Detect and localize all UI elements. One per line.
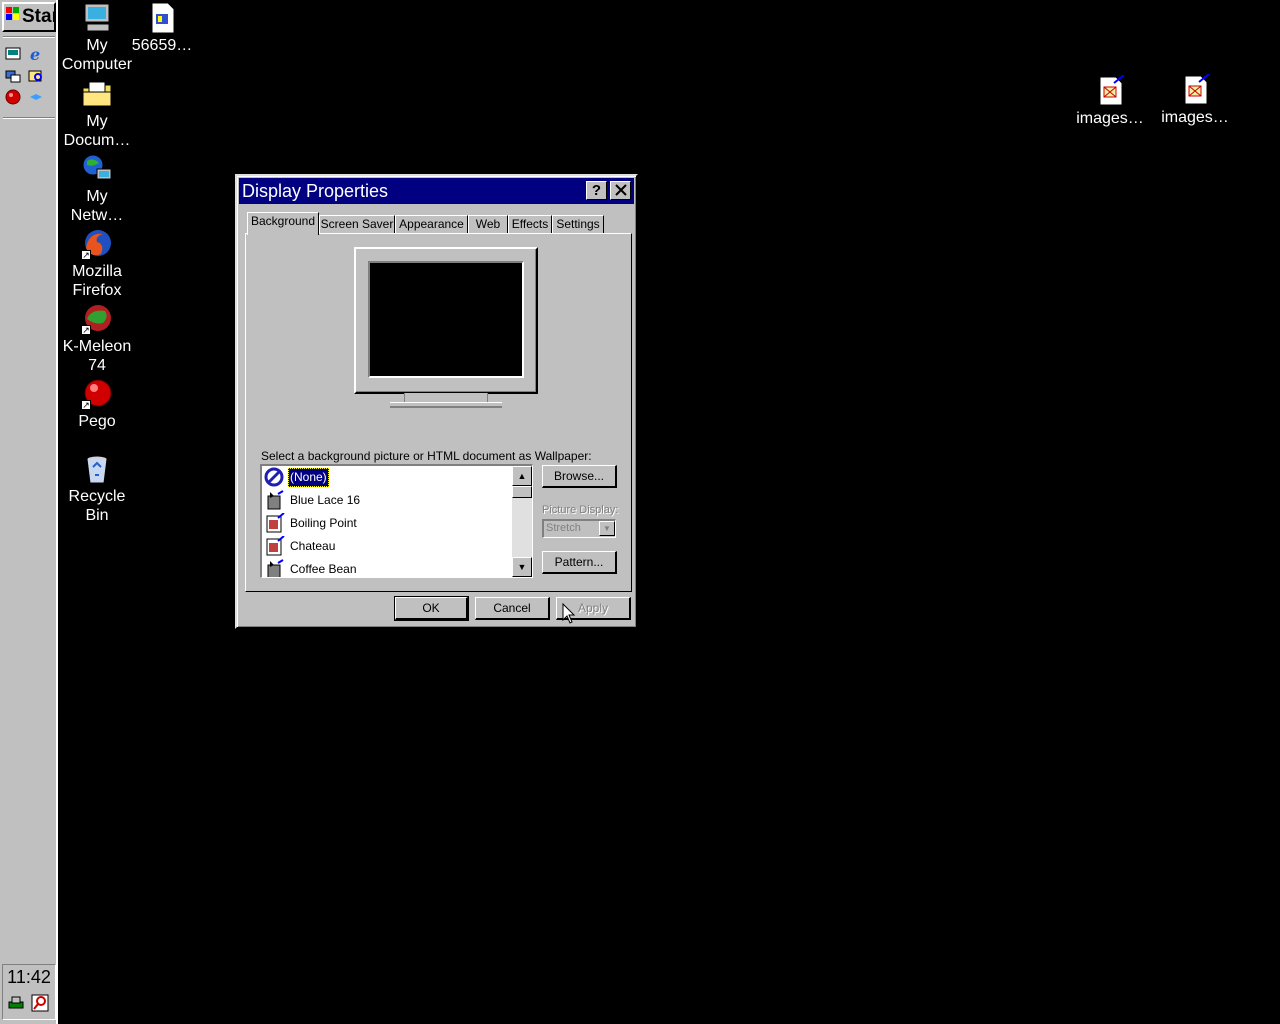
k-meleon-icon: ↗ [81, 303, 113, 335]
monitor-preview-screen [368, 261, 524, 378]
desktop-icon-recycle-bin[interactable]: Recycle Bin [58, 453, 136, 525]
list-item-label: Boiling Point [290, 516, 357, 530]
shortcut-arrow-icon: ↗ [81, 325, 91, 335]
desktop-icon-my-network[interactable]: My Netw… [58, 153, 136, 225]
ok-button[interactable]: OK [394, 596, 469, 621]
computer-icon [81, 2, 113, 34]
monitor-base [390, 402, 502, 408]
help-button[interactable]: ? [586, 181, 607, 200]
document-icon [146, 2, 178, 34]
pego-quicklaunch-icon[interactable] [5, 89, 23, 107]
scroll-up-button[interactable]: ▲ [512, 466, 532, 486]
internet-explorer-icon[interactable]: e [28, 45, 46, 64]
wallpaper-prompt: Select a background picture or HTML docu… [261, 449, 592, 463]
close-icon [614, 184, 627, 196]
desktop-icon-label: images… [1161, 109, 1229, 126]
explorer-icon[interactable] [28, 68, 46, 86]
list-item-label: Blue Lace 16 [290, 493, 361, 507]
cancel-button[interactable]: Cancel [475, 597, 550, 620]
picture-display-label: Picture Display: [542, 504, 619, 516]
desktop-icon-firefox[interactable]: ↗ Mozilla Firefox [58, 228, 136, 300]
mouse-cursor-icon [562, 602, 576, 630]
firefox-icon: ↗ [81, 228, 113, 260]
picture-display-select[interactable]: Stretch ▼ [542, 519, 616, 538]
desktop-icon-label: images… [1076, 110, 1144, 127]
desktop-icon-my-documents[interactable]: My Docum… [58, 78, 136, 150]
channels-icon[interactable] [5, 68, 23, 86]
taskbar-separator [3, 36, 55, 38]
search-tray-icon[interactable] [31, 994, 49, 1017]
scroll-thumb[interactable] [512, 486, 532, 498]
list-item-label: (None) [288, 468, 329, 487]
network-quicklaunch-icon[interactable] [28, 89, 46, 107]
wallpaper-list[interactable]: (None) Blue Lace 16 Boiling Point Chatea… [260, 464, 533, 578]
desktop-icon-label: K-Meleon 74 [62, 338, 132, 374]
clock[interactable]: 11:42 [3, 967, 55, 988]
folder-icon [81, 78, 113, 110]
taskbar-separator [3, 117, 55, 119]
svg-text:e: e [30, 46, 40, 62]
desktop-icon-label: My Docum… [63, 113, 131, 149]
desktop-icon-pego[interactable]: ↗ Pego [58, 378, 136, 431]
dialog-title: Display Properties [242, 181, 389, 201]
scroll-down-button[interactable]: ▼ [512, 557, 532, 577]
shortcut-arrow-icon: ↗ [81, 250, 91, 260]
start-button[interactable]: Start [2, 2, 56, 32]
image-file-icon [1179, 73, 1211, 106]
recycle-bin-icon [81, 453, 113, 485]
tab-background[interactable]: Background [247, 212, 319, 235]
image-file-icon [264, 535, 285, 557]
none-icon [264, 467, 285, 488]
list-item-label: Chateau [290, 539, 336, 553]
image-file-icon [1094, 74, 1126, 107]
pego-icon: ↗ [81, 378, 113, 410]
tab-settings[interactable]: Settings [552, 215, 604, 234]
picture-display-value: Stretch [546, 522, 581, 534]
desktop-icon-label: My Netw… [70, 188, 124, 224]
pattern-button[interactable]: Pattern... [542, 551, 617, 574]
desktop-icon-image-file-2[interactable]: images… [1156, 73, 1234, 127]
desktop-icon-image-file-1[interactable]: images… [1071, 74, 1149, 128]
list-item-label: Coffee Bean [290, 562, 357, 576]
browse-button[interactable]: Browse... [542, 465, 617, 488]
desktop-icon-k-meleon[interactable]: ↗ K-Meleon 74 [58, 303, 136, 375]
background-tab-panel: Select a background picture or HTML docu… [245, 233, 632, 592]
windows-logo-icon [5, 4, 21, 30]
wallpaper-list-scrollbar[interactable]: ▲ ▼ [512, 466, 532, 577]
image-file-icon [264, 512, 285, 534]
desktop-icon-label: Recycle Bin [68, 488, 126, 524]
close-button[interactable] [610, 181, 631, 200]
tab-appearance[interactable]: Appearance [395, 215, 468, 234]
start-label: Start [22, 6, 54, 28]
network-icon [81, 153, 113, 185]
chevron-down-icon[interactable]: ▼ [599, 521, 615, 536]
monitor-preview [354, 247, 538, 394]
desktop-icon-label: 56659… [131, 37, 193, 54]
tab-screen-saver[interactable]: Screen Saver [319, 215, 395, 234]
desktop-icon-file[interactable]: 56659… [123, 2, 201, 55]
paint-bucket-icon [264, 559, 285, 577]
network-tray-icon[interactable] [7, 994, 25, 1017]
display-properties-dialog: Display Properties ? Background Screen S… [235, 174, 638, 629]
shortcut-arrow-icon: ↗ [81, 400, 91, 410]
system-tray: 11:42 [2, 964, 56, 1020]
taskbar: Start e 11:42 [0, 0, 58, 1024]
tab-effects[interactable]: Effects [508, 215, 552, 234]
tab-web[interactable]: Web [468, 215, 508, 234]
paint-bucket-icon [264, 490, 285, 511]
show-desktop-icon[interactable] [5, 46, 23, 64]
title-bar[interactable]: Display Properties ? [239, 178, 634, 204]
desktop-icon-label: Pego [78, 413, 116, 430]
desktop-icon-label: Mozilla Firefox [72, 263, 122, 299]
